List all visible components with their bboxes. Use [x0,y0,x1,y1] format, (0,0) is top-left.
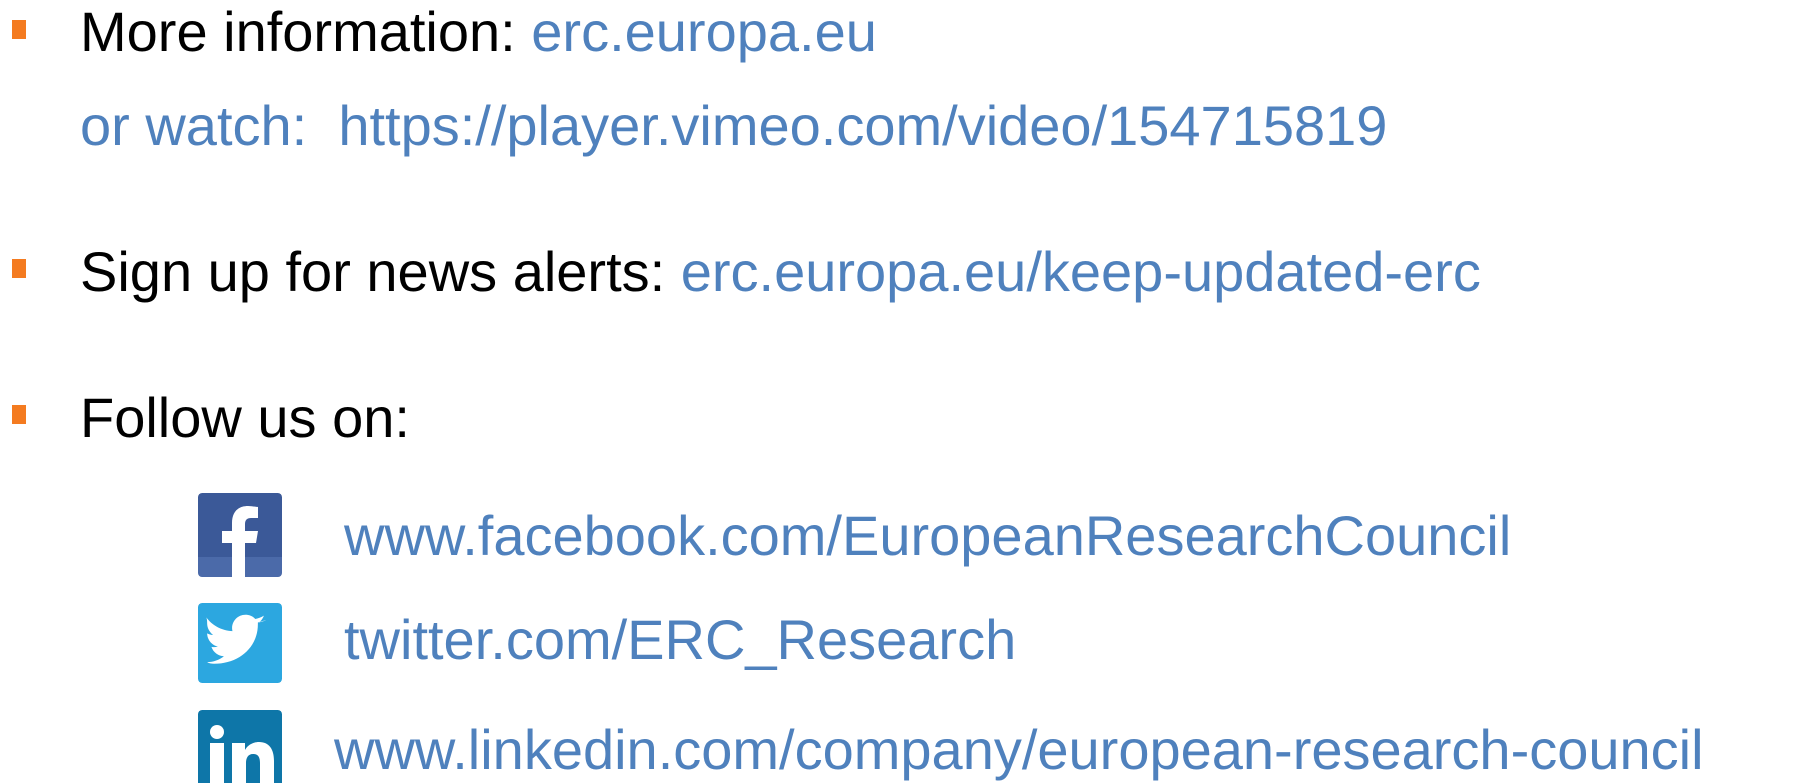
watch-line: or watch: https://player.vimeo.com/video… [80,94,1387,158]
more-info-label: More information: [80,0,532,63]
news-alerts-line: Sign up for news alerts: erc.europa.eu/k… [80,240,1481,304]
vimeo-video-link[interactable]: https://player.vimeo.com/video/154715819 [338,94,1387,157]
bullet-marker [12,20,26,39]
watch-label: or watch: [80,94,308,157]
news-alerts-label: Sign up for news alerts: [80,240,681,303]
twitter-link[interactable]: twitter.com/ERC_Research [344,608,1016,672]
bullet-marker [12,259,26,278]
linkedin-link[interactable]: www.linkedin.com/company/european-resear… [334,718,1704,782]
linkedin-icon[interactable] [198,710,282,783]
more-info-line: More information: erc.europa.eu [80,0,877,64]
keep-updated-link[interactable]: erc.europa.eu/keep-updated-erc [681,240,1481,303]
follow-us-label: Follow us on: [80,386,410,449]
bullet-marker [12,405,26,424]
twitter-icon[interactable] [198,603,282,683]
erc-website-link[interactable]: erc.europa.eu [531,0,877,63]
facebook-icon[interactable] [198,493,282,577]
facebook-link[interactable]: www.facebook.com/EuropeanResearchCouncil [344,504,1511,568]
